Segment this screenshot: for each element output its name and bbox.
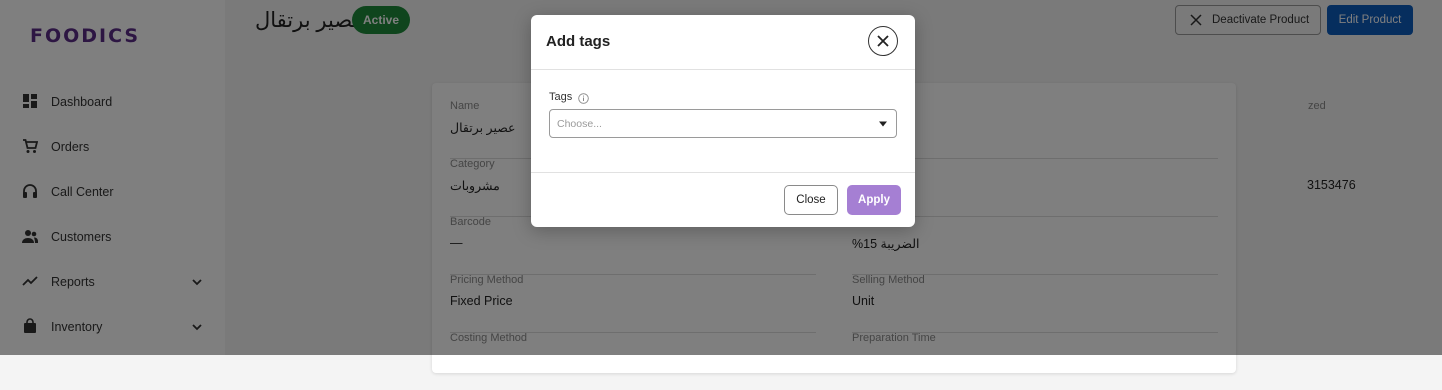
modal-footer-divider <box>531 172 915 173</box>
close-button[interactable]: Close <box>784 185 838 215</box>
close-icon <box>877 35 889 47</box>
caret-down-icon <box>879 121 887 127</box>
apply-button[interactable]: Apply <box>847 185 901 215</box>
modal-title: Add tags <box>546 33 611 50</box>
modal-close-button[interactable] <box>868 26 898 56</box>
modal-header-divider <box>531 69 915 70</box>
tags-label: Tags <box>549 91 573 103</box>
info-icon[interactable] <box>578 93 589 104</box>
add-tags-modal: Add tags Tags Choose... Close Apply <box>531 15 915 227</box>
tags-select-placeholder: Choose... <box>557 118 602 130</box>
tags-select[interactable]: Choose... <box>549 109 897 138</box>
